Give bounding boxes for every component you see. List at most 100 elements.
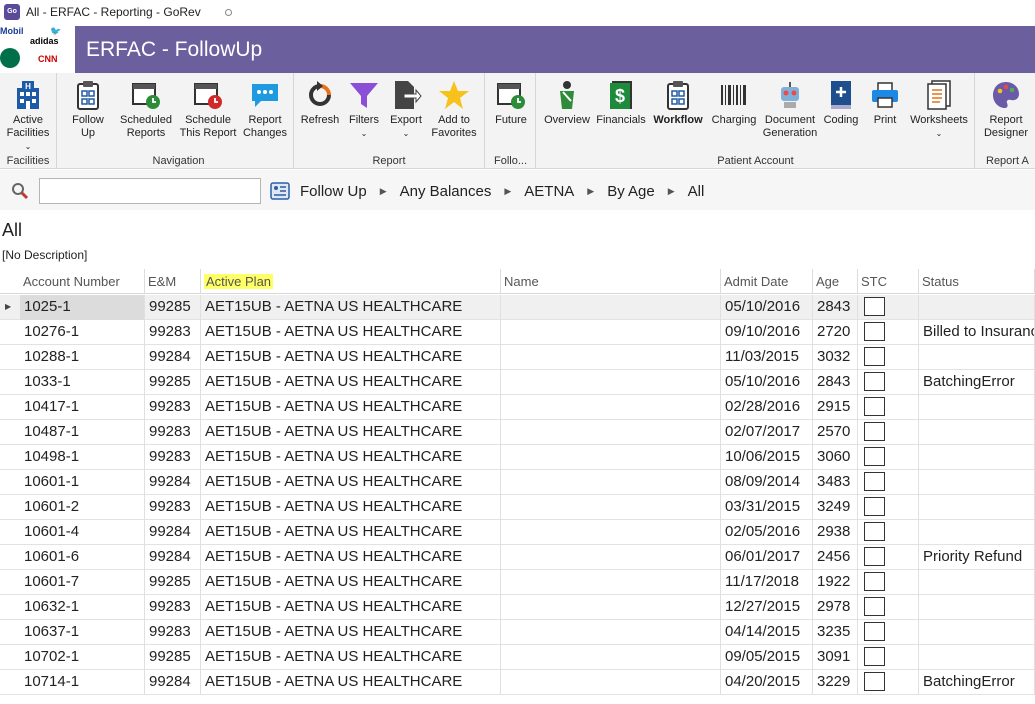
cell-patient-name	[501, 645, 721, 670]
cell-admit-date: 05/10/2016	[721, 295, 813, 320]
breadcrumb-follow-up[interactable]: Follow Up	[300, 183, 367, 200]
breadcrumb-by-age[interactable]: By Age	[607, 183, 655, 200]
follow-up-button[interactable]: Follow Up	[66, 79, 110, 140]
stc-checkbox[interactable]	[864, 397, 885, 416]
cell-account-number: 10714-1	[20, 670, 145, 695]
table-row[interactable]: 10601-2 99283 AET15UB - AETNA US HEALTHCAR…	[0, 495, 1035, 520]
stc-checkbox[interactable]	[864, 547, 885, 566]
add-to-favorites-button[interactable]: Add to Favorites	[428, 79, 480, 140]
column-header-stc[interactable]: STC	[858, 269, 919, 294]
cell-admit-date: 11/03/2015	[721, 345, 813, 370]
table-row[interactable]: 10417-1 99283 AET15UB - AETNA US HEALTHCAR…	[0, 395, 1035, 420]
cell-age: 2456	[813, 545, 858, 570]
column-header-label: Active Plan	[204, 274, 274, 289]
filters-button[interactable]: Filters ⌄	[344, 79, 384, 140]
stc-checkbox[interactable]	[864, 322, 885, 341]
table-row[interactable]: 10288-1 99284 AET15UB - AETNA US HEALTHCAR…	[0, 345, 1035, 370]
column-header-em-code[interactable]: E&M	[145, 269, 201, 294]
stc-checkbox[interactable]	[864, 672, 885, 691]
table-row[interactable]: 10601-1 99284 AET15UB - AETNA US HEALTHCAR…	[0, 470, 1035, 495]
overview-button[interactable]: Overview	[542, 79, 592, 127]
column-header-status[interactable]: Status	[919, 269, 1035, 294]
table-row[interactable]: 10714-1 99284 AET15UB - AETNA US HEALTHCAR…	[0, 670, 1035, 695]
cell-status: Priority Refund	[919, 545, 1035, 570]
cell-age: 3091	[813, 645, 858, 670]
stc-checkbox[interactable]	[864, 522, 885, 541]
stc-checkbox[interactable]	[864, 447, 885, 466]
scheduled-reports-button[interactable]: Scheduled Reports	[118, 79, 174, 140]
column-header-active-plan[interactable]: Active Plan	[201, 269, 501, 294]
breadcrumb-all[interactable]: All	[688, 183, 705, 200]
patient-icon	[560, 81, 574, 109]
stc-checkbox[interactable]	[864, 347, 885, 366]
table-row[interactable]: 10601-4 99284 AET15UB - AETNA US HEALTHCAR…	[0, 520, 1035, 545]
cell-account-number: 10702-1	[20, 645, 145, 670]
stc-checkbox[interactable]	[864, 597, 885, 616]
cell-admit-date: 12/27/2015	[721, 595, 813, 620]
search-icon[interactable]	[11, 182, 29, 200]
financials-button[interactable]: $ Financials	[595, 79, 647, 127]
client-logos: Mobil 🐦 adidas CNN	[0, 24, 75, 72]
stc-checkbox[interactable]	[864, 297, 885, 316]
cell-status	[919, 420, 1035, 445]
chevron-down-icon: ⌄	[935, 129, 943, 138]
cell-active-plan: AET15UB - AETNA US HEALTHCARE	[201, 445, 501, 470]
stc-checkbox[interactable]	[864, 422, 885, 441]
table-row[interactable]: 10632-1 99283 AET15UB - AETNA US HEALTHCAR…	[0, 595, 1035, 620]
column-header-age[interactable]: Age	[813, 269, 858, 294]
report-changes-button[interactable]: Report Changes	[241, 79, 289, 140]
table-row[interactable]: 10637-1 99283 AET15UB - AETNA US HEALTHCAR…	[0, 620, 1035, 645]
cell-admit-date: 02/28/2016	[721, 395, 813, 420]
column-header-patient-name[interactable]: Name	[501, 269, 721, 294]
table-row[interactable]: 10498-1 99283 AET15UB - AETNA US HEALTHCAR…	[0, 445, 1035, 470]
coding-button[interactable]: Coding	[821, 79, 861, 127]
table-row[interactable]: 1033-1 99285 AET15UB - AETNA US HEALTHCARE…	[0, 370, 1035, 395]
search-input[interactable]	[39, 178, 261, 204]
document-generation-button[interactable]: Document Generation	[762, 79, 818, 140]
cell-stc	[858, 545, 919, 570]
cell-active-plan: AET15UB - AETNA US HEALTHCARE	[201, 320, 501, 345]
export-button[interactable]: Export ⌄	[386, 79, 426, 140]
group-label-report-admin: Report A	[986, 155, 1029, 167]
cell-patient-name	[501, 595, 721, 620]
report-designer-button[interactable]: Report Designer	[978, 79, 1034, 140]
stc-checkbox[interactable]	[864, 572, 885, 591]
stc-checkbox[interactable]	[864, 472, 885, 491]
worksheet-icon	[927, 80, 951, 110]
cell-admit-date: 11/17/2018	[721, 570, 813, 595]
breadcrumb-any-balances[interactable]: Any Balances	[400, 183, 492, 200]
future-button[interactable]: Future	[489, 79, 533, 127]
table-row[interactable]: 10702-1 99285 AET15UB - AETNA US HEALTHCAR…	[0, 645, 1035, 670]
cell-patient-name	[501, 445, 721, 470]
column-header-admit-date[interactable]: Admit Date	[721, 269, 813, 294]
column-header-account-number[interactable]: Account Number	[20, 269, 145, 294]
workflow-icon	[667, 81, 689, 110]
table-row[interactable]: ▶ 1025-1 99285 AET15UB - AETNA US HEALTHCAR…	[0, 295, 1035, 320]
stc-checkbox[interactable]	[864, 372, 885, 391]
print-button[interactable]: Print	[865, 79, 905, 127]
stc-checkbox[interactable]	[864, 647, 885, 666]
cell-age: 2978	[813, 595, 858, 620]
table-row[interactable]: 10601-7 99285 AET15UB - AETNA US HEALTHCAR…	[0, 570, 1035, 595]
chevron-right-icon: ▶	[379, 185, 387, 196]
cell-active-plan: AET15UB - AETNA US HEALTHCARE	[201, 595, 501, 620]
charging-button[interactable]: Charging	[709, 79, 759, 127]
dollar-doc-icon: $	[610, 81, 632, 109]
cell-active-plan: AET15UB - AETNA US HEALTHCARE	[201, 470, 501, 495]
active-facilities-button[interactable]: H Active Facilities ⌄	[2, 79, 54, 153]
table-row[interactable]: 10487-1 99283 AET15UB - AETNA US HEALTHCAR…	[0, 420, 1035, 445]
workflow-button[interactable]: Workflow	[649, 79, 707, 127]
cell-age: 3060	[813, 445, 858, 470]
schedule-this-report-button[interactable]: Schedule This Report	[177, 79, 239, 140]
table-row[interactable]: 10276-1 99283 AET15UB - AETNA US HEALTHCAR…	[0, 320, 1035, 345]
table-row[interactable]: 10601-6 99284 AET15UB - AETNA US HEALTHCAR…	[0, 545, 1035, 570]
search-breadcrumb-bar: Follow Up ▶ Any Balances ▶ AETNA ▶ By Ag…	[0, 170, 1035, 210]
stc-checkbox[interactable]	[864, 622, 885, 641]
cell-status	[919, 495, 1035, 520]
refresh-button[interactable]: Refresh	[298, 79, 342, 127]
stc-checkbox[interactable]	[864, 497, 885, 516]
breadcrumb-aetna[interactable]: AETNA	[524, 183, 574, 200]
chevron-down-icon: ⌄	[24, 142, 32, 151]
group-label-follo: Follo...	[493, 155, 527, 167]
worksheets-button[interactable]: Worksheets ⌄	[907, 79, 971, 140]
